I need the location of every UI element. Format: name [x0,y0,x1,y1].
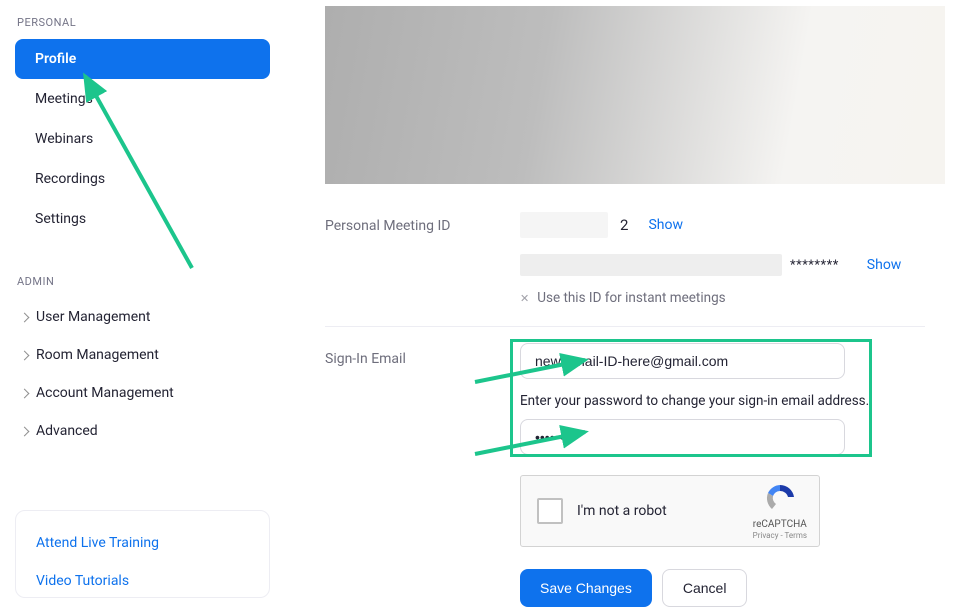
pmi-row: Personal Meeting ID 2 Show ******** Show… [325,184,945,306]
sidebar-item-account-management[interactable]: Account Management [15,374,270,412]
sidebar-item-advanced[interactable]: Advanced [15,412,270,450]
sidebar-item-label: Recordings [35,171,105,187]
pmi-url-show-link[interactable]: Show [867,257,902,273]
save-button[interactable]: Save Changes [520,569,652,607]
recaptcha-checkbox[interactable] [537,498,563,524]
resource-link-tutorials[interactable]: Video Tutorials [36,567,251,589]
pmi-url-stars: ******** [790,258,839,273]
signin-email-row: Sign-In Email Enter your password to cha… [325,327,945,607]
chevron-right-icon [20,388,30,398]
pmi-use-id-text: Use this ID for instant meetings [537,290,725,306]
resource-link-training[interactable]: Attend Live Training [36,529,251,567]
sidebar-item-label: Profile [35,51,76,67]
sidebar: PERSONAL Profile Meetings Webinars Recor… [0,0,285,612]
pmi-show-link[interactable]: Show [648,217,683,233]
close-icon: ✕ [520,292,529,305]
sidebar-item-label: Meetings [35,91,93,107]
chevron-right-icon [20,350,30,360]
pmi-masked-value [520,212,608,238]
pmi-label: Personal Meeting ID [325,204,520,306]
recaptcha-box: I'm not a robot reCAPTCHA Privacy - Term… [520,475,820,547]
resources-box: Attend Live Training Video Tutorials [15,510,270,598]
signin-password-input[interactable] [520,419,845,455]
recaptcha-icon [764,483,796,515]
sidebar-item-user-management[interactable]: User Management [15,298,270,336]
sidebar-item-room-management[interactable]: Room Management [15,336,270,374]
sidebar-item-webinars[interactable]: Webinars [15,119,270,159]
sidebar-section-personal: PERSONAL [15,10,270,39]
sidebar-item-label: Settings [35,211,86,227]
sidebar-item-meetings[interactable]: Meetings [15,79,270,119]
sidebar-item-label: Room Management [36,347,159,363]
chevron-right-icon [20,426,30,436]
sidebar-item-label: Account Management [36,385,174,401]
sidebar-item-label: User Management [36,309,150,325]
sidebar-item-label: Webinars [35,131,93,147]
main-content: Personal Meeting ID 2 Show ******** Show… [285,0,965,612]
recaptcha-text: I'm not a robot [577,503,667,519]
sidebar-item-recordings[interactable]: Recordings [15,159,270,199]
recaptcha-brand: reCAPTCHA [753,519,807,531]
signin-email-label: Sign-In Email [325,343,520,607]
signin-password-helper: Enter your password to change your sign-… [520,393,945,409]
sidebar-item-profile[interactable]: Profile [15,39,270,79]
sidebar-item-settings[interactable]: Settings [15,199,270,239]
chevron-right-icon [20,312,30,322]
profile-banner [325,6,945,184]
cancel-button[interactable]: Cancel [662,569,748,607]
recaptcha-terms[interactable]: Privacy - Terms [753,531,807,540]
pmi-suffix: 2 [620,216,628,234]
pmi-url-masked [520,254,782,276]
recaptcha-badge: reCAPTCHA Privacy - Terms [753,483,807,540]
signin-email-input[interactable] [520,343,845,379]
sidebar-item-label: Advanced [36,423,98,439]
sidebar-section-admin: ADMIN [15,269,270,298]
